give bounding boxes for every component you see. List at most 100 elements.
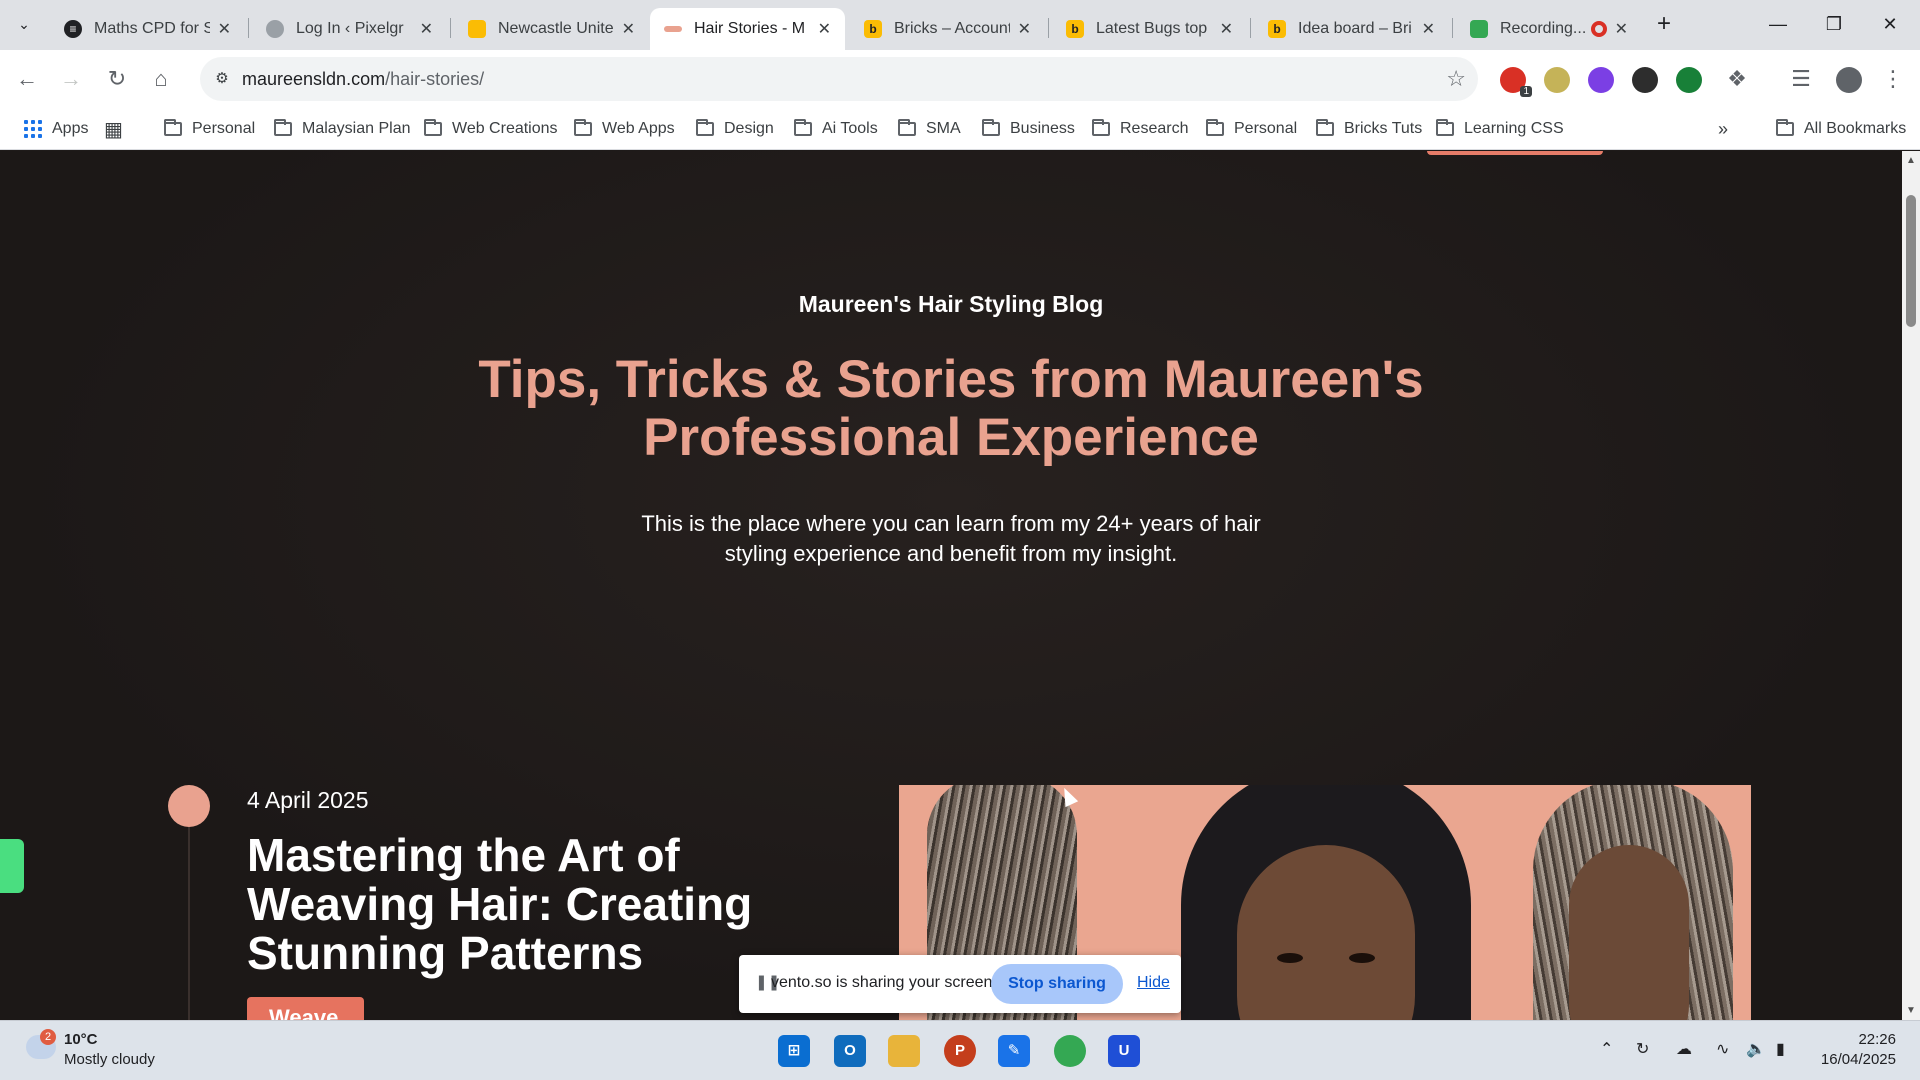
tray-chevron-icon[interactable]: ⌃ [1600, 1039, 1613, 1059]
pen-app-icon[interactable]: ✎ [998, 1035, 1030, 1067]
tab-close-icon[interactable]: ✕ [420, 19, 433, 39]
post-category-tag[interactable]: Weave [247, 997, 364, 1020]
bookmark-apps[interactable]: Apps [24, 114, 88, 144]
bookmark-folder[interactable]: Ai Tools [794, 114, 878, 144]
bookmark-folder[interactable]: Research [1092, 114, 1188, 144]
scroll-up-arrow-icon[interactable]: ▲ [1906, 155, 1916, 166]
bricks-favicon-icon: b [1066, 20, 1084, 38]
reload-icon[interactable]: ↻ [102, 64, 132, 94]
tab-newcastle[interactable]: Newcastle Unite ✕ [454, 8, 649, 50]
bookmark-label: Personal [192, 120, 256, 137]
tab-latest-bugs[interactable]: b Latest Bugs top ✕ [1052, 8, 1247, 50]
minimize-icon[interactable]: — [1755, 8, 1801, 40]
onedrive-cloud-icon[interactable]: ☁ [1676, 1039, 1692, 1059]
windows-start-icon[interactable]: ⊞ [778, 1035, 810, 1067]
bookmark-folder[interactable]: Personal [1206, 114, 1297, 144]
extension-pen-icon[interactable] [1632, 67, 1658, 93]
tab-search-chevron-icon[interactable]: ⌄ [10, 10, 38, 38]
tab-close-icon[interactable]: ✕ [1615, 19, 1628, 39]
new-tab-plus-icon[interactable]: + [1650, 10, 1678, 38]
scroll-down-arrow-icon[interactable]: ▼ [1906, 1005, 1916, 1016]
bookmark-folder[interactable]: Bricks Tuts [1316, 114, 1422, 144]
more-bookmarks-chevron-icon[interactable]: » [1718, 114, 1728, 144]
tab-close-icon[interactable]: ✕ [1018, 19, 1031, 39]
tab-maths-cpd[interactable]: ≡ Maths CPD for S ✕ [50, 8, 245, 50]
bookmark-star-icon[interactable]: ☆ [1446, 66, 1466, 92]
weather-description[interactable]: Mostly cloudy [64, 1051, 155, 1068]
outlook-icon[interactable]: O [834, 1035, 866, 1067]
recorder-favicon-icon [1470, 20, 1488, 38]
all-bookmarks-folder[interactable]: All Bookmarks [1776, 114, 1906, 144]
wifi-icon[interactable]: ∿ [1716, 1039, 1729, 1059]
chrome-icon[interactable] [1054, 1035, 1086, 1067]
restore-icon[interactable]: ❐ [1811, 8, 1857, 40]
extension-red-icon[interactable]: 1 [1500, 67, 1532, 97]
stop-sharing-button[interactable]: Stop sharing [991, 964, 1123, 1004]
close-window-icon[interactable]: ✕ [1867, 8, 1913, 40]
bookmark-label: Research [1120, 120, 1189, 137]
file-explorer-icon[interactable] [888, 1035, 920, 1067]
tab-groups-icon[interactable]: ▦ [104, 114, 123, 144]
bookmark-folder[interactable]: Design [696, 114, 774, 144]
forward-arrow-icon[interactable]: → [56, 64, 86, 94]
hero-subtitle: This is the place where you can learn fr… [641, 511, 1261, 566]
tab-close-icon[interactable]: ✕ [622, 19, 635, 39]
tab-recording[interactable]: Recording... ✕ [1456, 8, 1642, 50]
url-domain: maureensldn.com [242, 69, 386, 89]
apps-grid-icon [24, 120, 42, 138]
tab-close-icon[interactable]: ✕ [218, 19, 231, 39]
tab-close-icon[interactable]: ✕ [1422, 19, 1435, 39]
extension-chat-icon[interactable] [1588, 67, 1614, 93]
address-bar[interactable]: ⚙ maureensldn.com/hair-stories/ ☆ [200, 57, 1478, 101]
bricks-favicon-icon: b [1268, 20, 1286, 38]
bookmark-folder[interactable]: Web Apps [574, 114, 675, 144]
post-title-link[interactable]: Mastering the Art of Weaving Hair: Creat… [247, 831, 767, 978]
extension-coin-icon[interactable] [1544, 67, 1570, 93]
home-icon[interactable]: ⌂ [146, 64, 176, 94]
battery-icon[interactable]: ▮ [1776, 1039, 1785, 1059]
bookmark-folder[interactable]: Learning CSS [1436, 114, 1564, 144]
site-info-icon[interactable]: ⚙ [206, 63, 238, 95]
url-path: /hair-stories/ [385, 69, 485, 89]
weather-temperature[interactable]: 10°C [64, 1031, 98, 1048]
tab-title: Recording... [1500, 20, 1585, 37]
extension-badge: 1 [1520, 86, 1532, 97]
face-right-image [1569, 845, 1689, 1020]
folder-icon [1206, 119, 1224, 136]
powerpoint-icon[interactable]: P [944, 1035, 976, 1067]
bookmark-folder[interactable]: Business [982, 114, 1075, 144]
tab-close-icon[interactable]: ✕ [818, 19, 831, 39]
volume-icon[interactable]: 🔈 [1746, 1039, 1766, 1059]
sync-icon[interactable]: ↻ [1636, 1039, 1649, 1059]
tab-idea-board[interactable]: b Idea board – Bri ✕ [1254, 8, 1449, 50]
url-text[interactable]: maureensldn.com/hair-stories/ [242, 69, 484, 90]
hide-share-bar-link[interactable]: Hide [1137, 974, 1170, 992]
back-arrow-icon[interactable]: ← [12, 64, 42, 94]
tab-log-in[interactable]: Log In ‹ Pixelgr ✕ [252, 8, 447, 50]
app-u-icon[interactable]: U [1108, 1035, 1140, 1067]
tab-bricks-account[interactable]: b Bricks – Account ✕ [850, 8, 1045, 50]
extension-eye-icon[interactable] [1676, 67, 1702, 93]
media-control-icon[interactable]: ☰ [1786, 64, 1816, 94]
profile-avatar[interactable] [1836, 67, 1862, 93]
bookmark-folder[interactable]: SMA [898, 114, 961, 144]
tab-favicon-icon: ≡ [64, 20, 82, 38]
page-scrollbar[interactable]: ▲ ▼ [1902, 151, 1920, 1020]
kebab-menu-icon[interactable]: ⋮ [1878, 64, 1908, 94]
bookmark-label: Business [1010, 120, 1075, 137]
header-cta-button[interactable] [1427, 151, 1603, 155]
side-widget-tab[interactable] [0, 839, 24, 893]
extensions-puzzle-icon[interactable]: ❖ [1722, 64, 1752, 94]
bookmark-folder[interactable]: Malaysian Plan [274, 114, 411, 144]
tab-hair-stories[interactable]: Hair Stories - M ✕ [650, 8, 845, 50]
bookmark-folder[interactable]: Personal [164, 114, 255, 144]
timeline-line [188, 827, 190, 1020]
bookmark-label: Malaysian Plan [302, 120, 411, 137]
clock-time[interactable]: 22:26 [1850, 1031, 1896, 1048]
scroll-thumb[interactable] [1906, 195, 1916, 327]
bookmark-label: Web Creations [452, 120, 558, 137]
tab-close-icon[interactable]: ✕ [1220, 19, 1233, 39]
bookmark-folder[interactable]: Web Creations [424, 114, 558, 144]
folder-icon [1092, 119, 1110, 136]
clock-date[interactable]: 16/04/2025 [1816, 1051, 1896, 1068]
